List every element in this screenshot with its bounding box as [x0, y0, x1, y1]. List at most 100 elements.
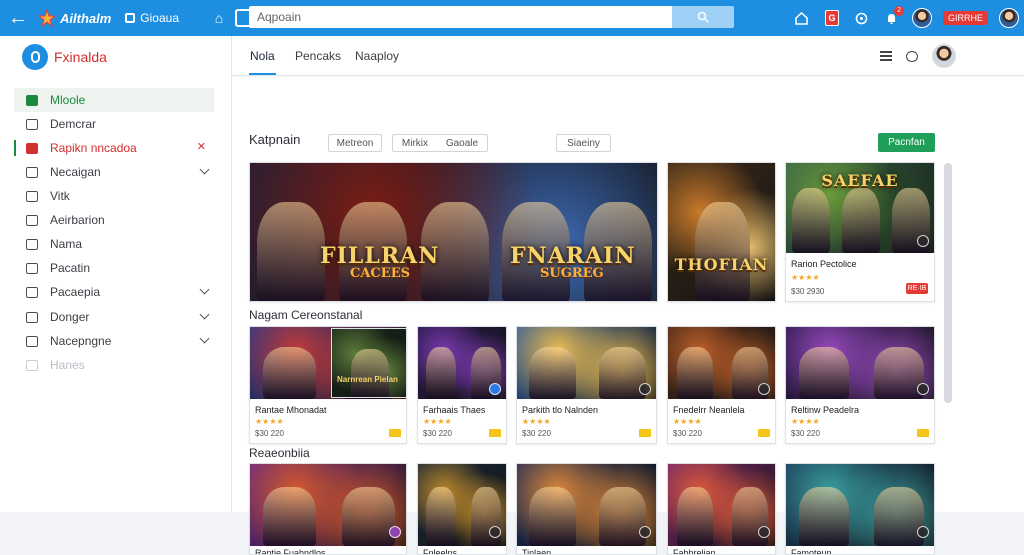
- game-card[interactable]: Reltinw Peadelra ★★★★ $30 220: [785, 326, 935, 444]
- play-icon[interactable]: [917, 235, 929, 247]
- star-rating: ★★★★: [791, 273, 820, 282]
- featured-banner[interactable]: FILLRAN CACEES FNARAIN SUGREG: [249, 162, 658, 302]
- tab-pencaks[interactable]: Pencaks: [295, 49, 341, 63]
- game-name: Parkith tlo Nalnden: [522, 405, 599, 415]
- filter-chip[interactable]: Metreon: [328, 134, 382, 152]
- play-icon[interactable]: [489, 526, 501, 538]
- chevron-down-icon: [199, 284, 210, 295]
- account-pill[interactable]: GIRRHE: [942, 11, 988, 25]
- game-card[interactable]: Fabhrelian: [667, 463, 776, 555]
- character-figure: [263, 487, 316, 546]
- character-figure: [263, 347, 316, 399]
- app-logo[interactable]: Ailthalm: [37, 8, 111, 28]
- featured-side-card[interactable]: THOFIAN: [667, 162, 776, 302]
- game-price: $30 220: [673, 429, 702, 438]
- nav-item-icon: [26, 118, 38, 130]
- sidebar-item[interactable]: Mloole: [14, 88, 214, 112]
- game-artwork: [786, 327, 934, 399]
- scrollbar[interactable]: [944, 163, 952, 403]
- game-card-thumbnail[interactable]: Narnrean Pielan: [331, 328, 407, 398]
- game-card[interactable]: Fnleelns: [417, 463, 507, 555]
- play-icon[interactable]: [489, 383, 501, 395]
- home-outline-icon[interactable]: [787, 0, 817, 36]
- close-icon[interactable]: ✕: [197, 140, 206, 153]
- character-figure: [342, 487, 395, 546]
- sidebar-item[interactable]: Rapikn nncadoa ✕: [14, 136, 214, 160]
- sidebar-brand[interactable]: Fxinalda: [22, 44, 107, 70]
- store-link[interactable]: Gioaua: [125, 11, 179, 25]
- play-icon[interactable]: [917, 526, 929, 538]
- play-icon[interactable]: [758, 383, 770, 395]
- profile-avatar-button[interactable]: [994, 0, 1024, 36]
- nav-item-icon: [26, 214, 38, 226]
- home-icon[interactable]: ⌂: [209, 8, 229, 28]
- chevron-down-icon: [199, 333, 210, 344]
- primary-action-button[interactable]: Pacnfan: [878, 133, 935, 152]
- sidebar-item[interactable]: Nacepngne: [14, 329, 214, 353]
- play-icon[interactable]: [639, 526, 651, 538]
- filter-chip[interactable]: Mirkix: [402, 138, 428, 149]
- tab-bar-actions: [880, 44, 956, 68]
- game-price: $30 2930: [791, 287, 825, 296]
- nav-item-icon: [26, 359, 38, 371]
- sidebar-item[interactable]: Demcrar: [14, 112, 214, 136]
- star-rating: ★★★★: [673, 417, 702, 426]
- user-avatar[interactable]: [932, 44, 956, 68]
- game-card[interactable]: Parkith tlo Nalnden ★★★★ $30 220: [516, 326, 657, 444]
- sidebar-item[interactable]: Nama: [14, 232, 214, 256]
- sidebar-item[interactable]: Donger: [14, 305, 214, 329]
- filter-chip[interactable]: Gaoale: [446, 138, 478, 149]
- section-title-recommended: Reaeonbiia: [249, 446, 310, 460]
- filter-chip[interactable]: Siaeiny: [556, 134, 611, 152]
- sidebar-item-label: Donger: [50, 310, 90, 324]
- list-view-icon[interactable]: [880, 51, 892, 61]
- game-artwork: [332, 329, 406, 397]
- game-card[interactable]: Rantie Fuahndlos: [249, 463, 407, 555]
- game-card[interactable]: Famoteun: [785, 463, 935, 555]
- filter-group: Mirkix Gaoale: [392, 134, 488, 152]
- search-icon: [697, 11, 709, 23]
- sidebar-item[interactable]: Pacaepia: [14, 280, 214, 304]
- user-avatar-small[interactable]: [907, 0, 937, 36]
- sidebar-item-label: Pacaepia: [50, 285, 101, 299]
- play-icon[interactable]: [758, 526, 770, 538]
- tab-naaploy[interactable]: Naaploy: [355, 49, 399, 63]
- character-figure: [799, 487, 849, 546]
- game-name: Fnedelrr Neanlela: [673, 405, 745, 415]
- card-art-title: THOFIAN: [674, 255, 769, 274]
- tab-bar: Nola Pencaks Naaploy: [232, 36, 1024, 76]
- game-price: $30 220: [791, 429, 820, 438]
- sidebar-item[interactable]: Aeirbarion: [14, 208, 214, 232]
- play-icon[interactable]: [389, 526, 401, 538]
- game-price: $30 220: [255, 429, 284, 438]
- search-button[interactable]: [672, 6, 734, 28]
- sidebar-item-label: Hanes: [50, 358, 85, 372]
- game-price: $30 220: [423, 429, 452, 438]
- game-name: Farhaais Thaes: [423, 405, 486, 415]
- sidebar-item[interactable]: Necaigan: [14, 160, 214, 184]
- settings-icon[interactable]: [847, 0, 877, 36]
- back-arrow-icon[interactable]: ←: [0, 0, 36, 36]
- game-card[interactable]: Farhaais Thaes ★★★★ $30 220: [417, 326, 507, 444]
- featured-game-card[interactable]: SAEFAE Rarion Pectolice ★★★★ $30 2930 RE·IB: [785, 162, 935, 302]
- play-icon[interactable]: [917, 383, 929, 395]
- sidebar-item-label: Aeirbarion: [50, 213, 105, 227]
- game-name: Fnleelns: [423, 548, 458, 555]
- game-card[interactable]: Tinlaen: [516, 463, 657, 555]
- search-input[interactable]: [249, 6, 672, 28]
- play-icon[interactable]: [639, 383, 651, 395]
- tab-nola[interactable]: Nola: [249, 49, 276, 75]
- bell-icon[interactable]: 2: [877, 0, 907, 36]
- game-name: Famoteun: [791, 548, 832, 555]
- sidebar-item-label: Nama: [50, 237, 83, 251]
- game-artwork: [668, 163, 775, 301]
- game-card[interactable]: Fnedelrr Neanlela ★★★★ $30 220: [667, 326, 776, 444]
- store-label: Gioaua: [140, 11, 179, 25]
- banner-subtitle: CACEES: [350, 266, 410, 281]
- star-rating: ★★★★: [255, 417, 284, 426]
- chat-icon[interactable]: [906, 50, 918, 62]
- sidebar-item[interactable]: Hanes: [14, 353, 214, 377]
- sidebar-item[interactable]: Vitk: [14, 184, 214, 208]
- notification-box[interactable]: G: [817, 0, 847, 36]
- sidebar-item[interactable]: Pacatin: [14, 256, 214, 280]
